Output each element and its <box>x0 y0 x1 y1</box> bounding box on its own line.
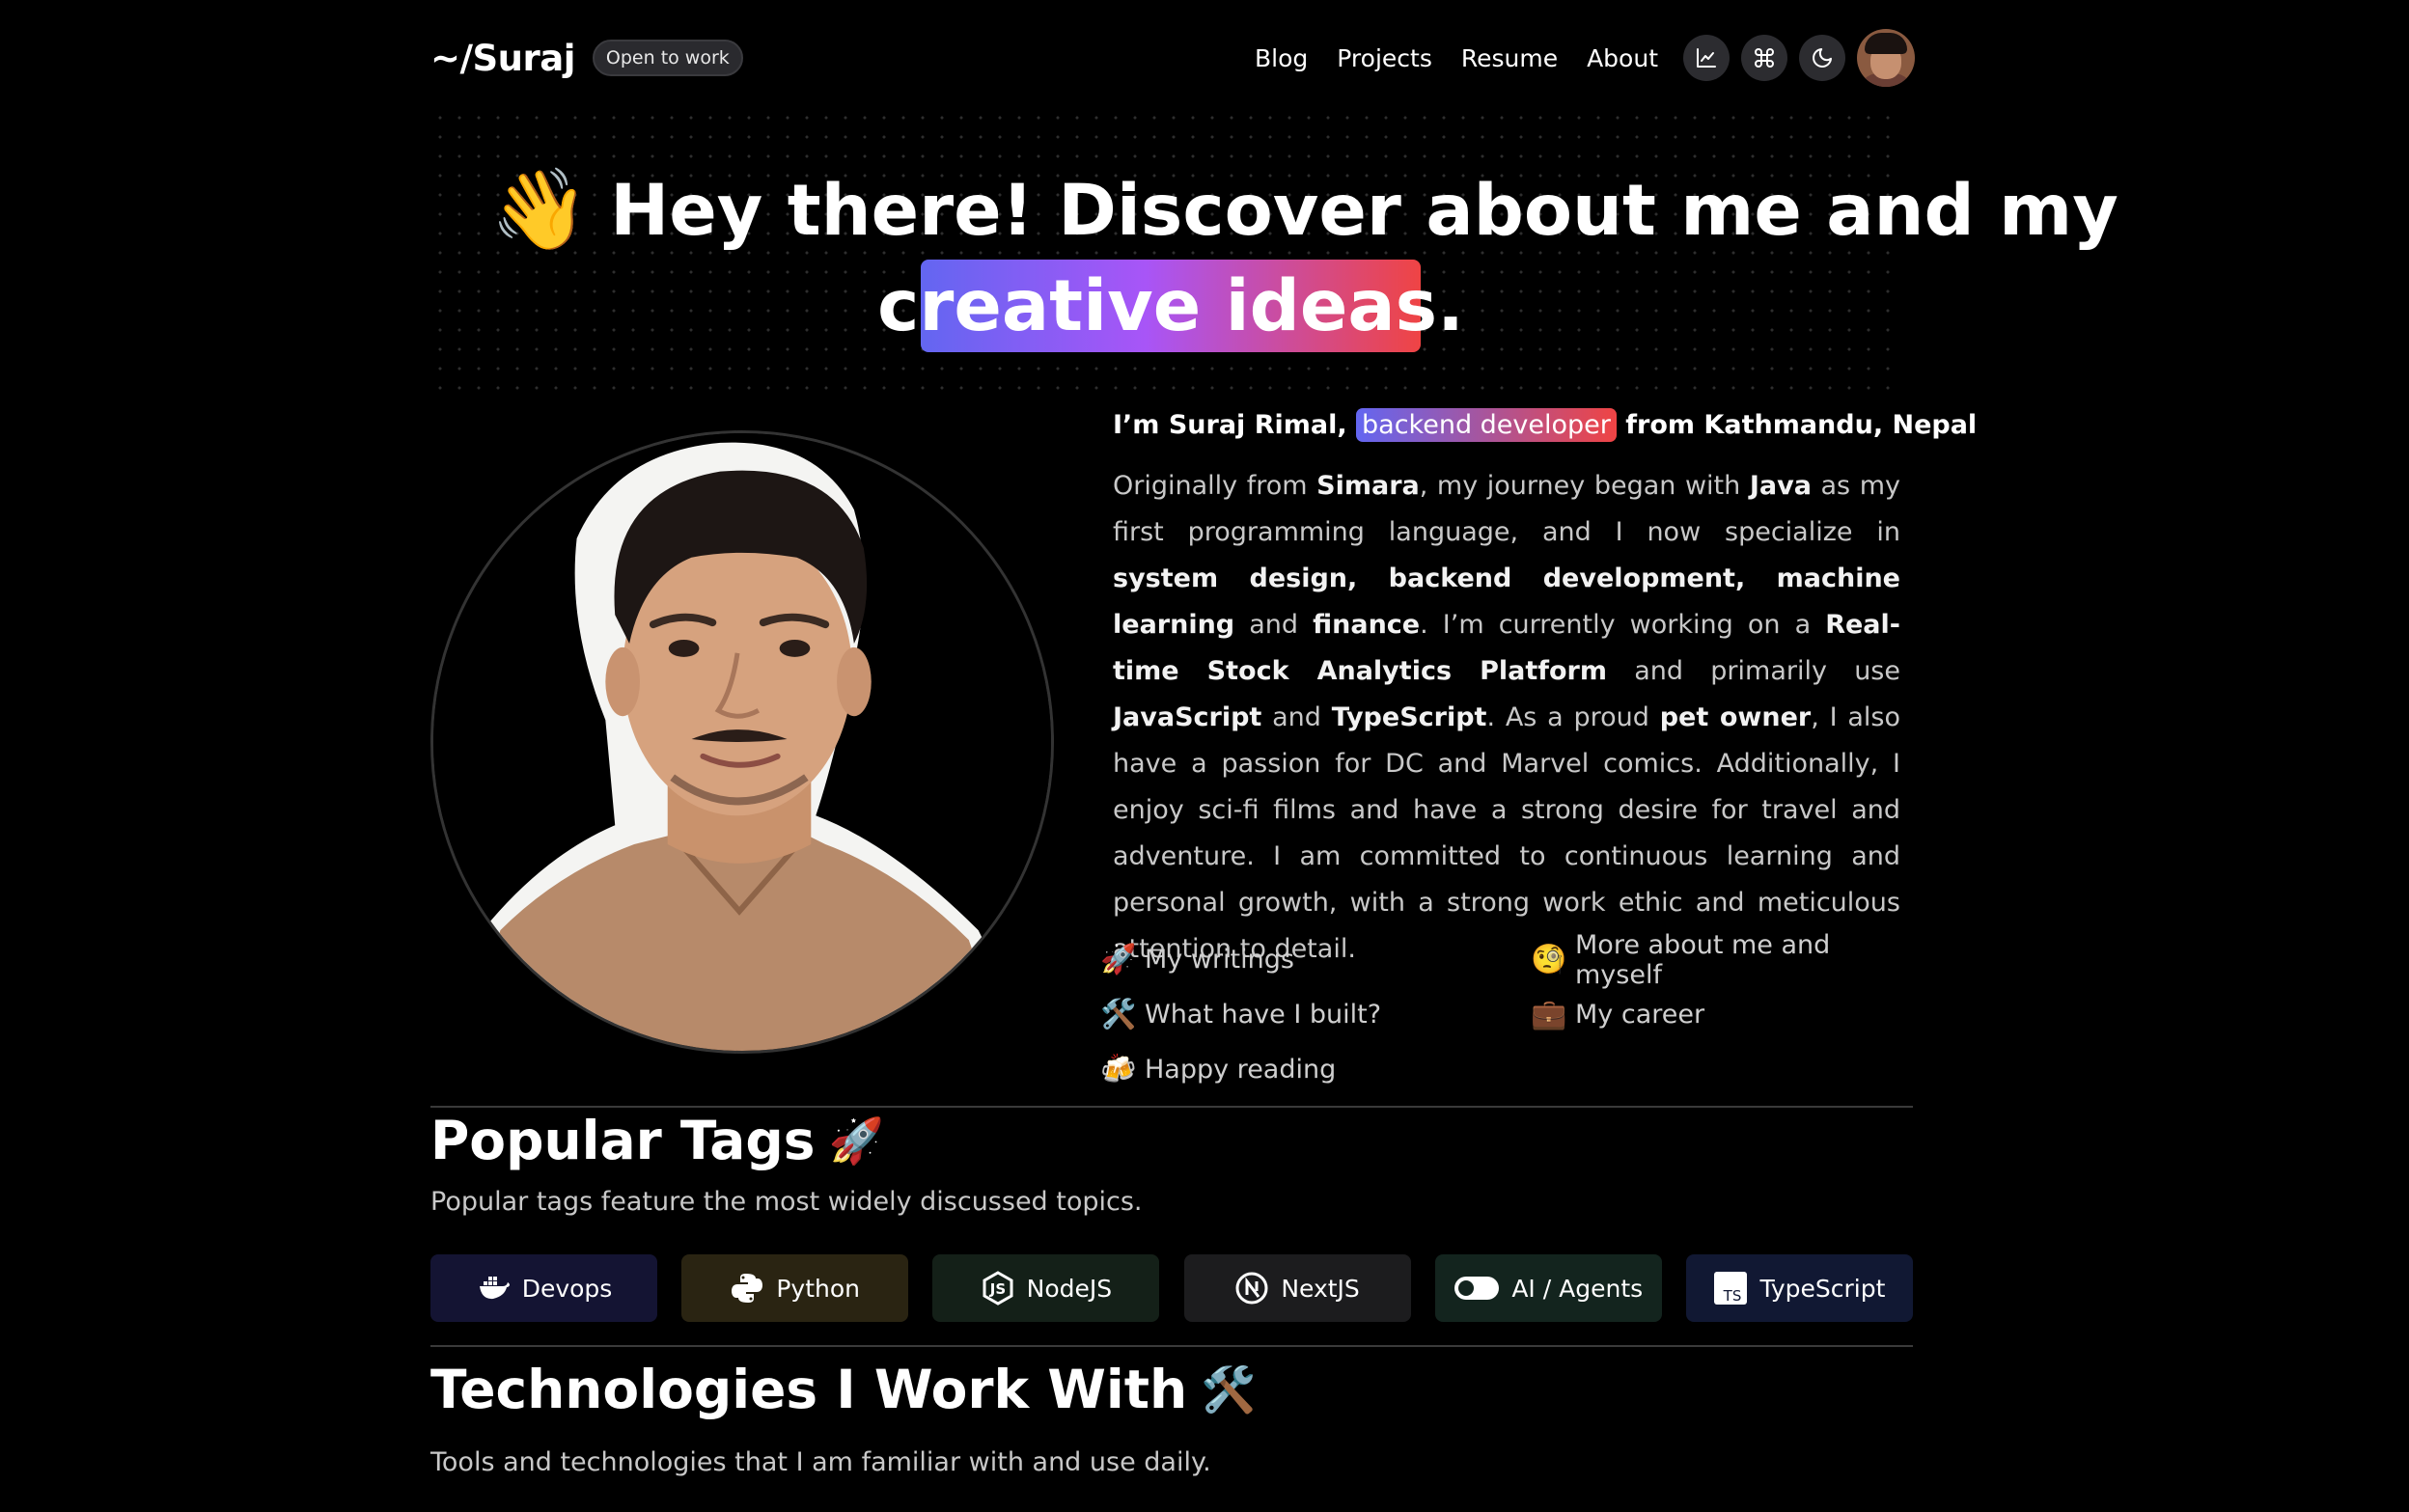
link-my-career[interactable]: 💼 My career <box>1531 995 1917 1034</box>
toggle-icon <box>1454 1271 1500 1306</box>
profile-photo <box>430 430 1054 1054</box>
theme-toggle-button[interactable] <box>1799 35 1845 81</box>
brand: ~/Suraj Open to work <box>430 38 743 79</box>
bio-text: and <box>1234 610 1314 640</box>
link-label: More about me and myself <box>1575 929 1831 990</box>
rocket-icon: 🚀 <box>1100 943 1137 976</box>
nav-projects[interactable]: Projects <box>1337 44 1432 72</box>
monocle-face-icon: 🧐 <box>1531 943 1567 976</box>
profile-illustration <box>433 433 1051 1051</box>
hero-heading: 👋 Hey there! Discover about me and my <box>490 164 2118 257</box>
technologies-heading: Technologies I Work With <box>430 1359 1188 1420</box>
tag-label: Python <box>776 1274 861 1303</box>
tag-label: AI / Agents <box>1511 1274 1644 1303</box>
bio-bold: pet owner <box>1659 702 1812 732</box>
page: ~/Suraj Open to work Blog Projects Resum… <box>0 0 2409 1512</box>
popular-tags-subtitle: Popular tags feature the most widely dis… <box>430 1187 1143 1217</box>
tag-devops[interactable]: Devops <box>430 1254 657 1322</box>
tag-typescript[interactable]: TS TypeScript <box>1685 1254 1913 1322</box>
nextjs-icon <box>1234 1271 1269 1306</box>
bio-text: Originally from <box>1113 471 1317 501</box>
popular-tags-title: Popular Tags 🚀 <box>430 1110 884 1171</box>
site-header: ~/Suraj Open to work Blog Projects Resum… <box>430 27 1915 89</box>
bio-text: , I also have a passion for DC and Marve… <box>1113 702 1900 964</box>
hero-heading-line1: Hey there! Discover about me and my <box>610 169 2118 252</box>
bio-text: and primarily use <box>1607 656 1900 686</box>
nav-about[interactable]: About <box>1587 44 1658 72</box>
technologies-title: Technologies I Work With 🛠️ <box>430 1359 1256 1420</box>
tag-label: NodeJS <box>1026 1274 1113 1303</box>
link-my-writings[interactable]: 🚀 My writings <box>1100 940 1531 979</box>
bio-text: , my journey began with <box>1419 471 1750 501</box>
command-icon <box>1755 48 1774 68</box>
tag-label: Devops <box>521 1274 613 1303</box>
analytics-button[interactable] <box>1683 35 1730 81</box>
quick-links: 🚀 My writings 🧐 More about me and myself… <box>1100 930 1921 1089</box>
beer-mugs-icon: 🍻 <box>1100 1053 1137 1086</box>
popular-tags-heading: Popular Tags <box>430 1110 816 1171</box>
bio-text: and <box>1261 702 1332 732</box>
tools-icon: 🛠️ <box>1201 1362 1257 1416</box>
link-what-built[interactable]: 🛠️ What have I built? <box>1100 995 1531 1034</box>
link-label: My writings <box>1145 945 1294 975</box>
site-logo[interactable]: ~/Suraj <box>430 38 575 79</box>
link-label: My career <box>1575 1000 1705 1030</box>
status-badge: Open to work <box>592 40 743 76</box>
tag-python[interactable]: Python <box>681 1254 909 1322</box>
nav-icon-group <box>1683 29 1915 87</box>
chart-icon <box>1697 48 1716 68</box>
tools-icon: 🛠️ <box>1100 998 1137 1031</box>
main-nav: Blog Projects Resume About <box>1255 29 1915 87</box>
intro-heading: I’m Suraj Rimal, backend developer from … <box>1113 408 1978 442</box>
intro-prefix: I’m Suraj Rimal, <box>1113 410 1347 440</box>
typescript-icon: TS <box>1713 1271 1748 1306</box>
moon-icon <box>1813 48 1832 68</box>
briefcase-icon: 💼 <box>1531 998 1567 1031</box>
svg-text:JS: JS <box>988 1280 1005 1298</box>
bio-bold: Simara <box>1316 471 1420 501</box>
tag-label: TypeScript <box>1759 1274 1886 1303</box>
technologies-subtitle: Tools and technologies that I am familia… <box>430 1447 1211 1477</box>
nav-resume[interactable]: Resume <box>1461 44 1558 72</box>
link-more-about-me[interactable]: 🧐 More about me and myself <box>1531 930 1917 990</box>
hero-heading-highlight: creative ideas. <box>877 260 1464 352</box>
bio-bold: finance <box>1313 610 1421 640</box>
link-label: What have I built? <box>1145 1000 1382 1030</box>
bio-bold: Java <box>1749 471 1812 501</box>
waving-hand-icon: 👋 <box>490 164 590 256</box>
rocket-icon: 🚀 <box>828 1113 884 1167</box>
docker-icon <box>476 1271 511 1306</box>
bio-bold: TypeScript <box>1331 702 1487 732</box>
bio-paragraph: Originally from Simara, my journey began… <box>1113 463 1900 973</box>
role-highlight: backend developer <box>1356 408 1617 442</box>
bio-text: . I’m currently working on a <box>1420 610 1826 640</box>
avatar[interactable] <box>1857 29 1915 87</box>
section-divider <box>430 1106 1913 1108</box>
tag-ai-agents[interactable]: AI / Agents <box>1434 1254 1662 1322</box>
tag-nextjs[interactable]: NextJS <box>1183 1254 1411 1322</box>
python-icon <box>730 1271 764 1306</box>
tag-list: Devops Python JS NodeJS NextJS AI / Agen… <box>430 1254 1913 1322</box>
nav-blog[interactable]: Blog <box>1255 44 1308 72</box>
link-label: Happy reading <box>1145 1055 1337 1085</box>
command-palette-button[interactable] <box>1741 35 1787 81</box>
link-happy-reading[interactable]: 🍻 Happy reading <box>1100 1050 1531 1089</box>
section-divider <box>430 1345 1913 1347</box>
svg-text:TS: TS <box>1723 1287 1742 1305</box>
bio-bold: JavaScript <box>1113 702 1262 732</box>
tag-nodejs[interactable]: JS NodeJS <box>932 1254 1160 1322</box>
nodejs-icon: JS <box>981 1271 1015 1306</box>
bio-text: . As a proud <box>1486 702 1660 732</box>
intro-suffix: from Kathmandu, Nepal <box>1625 410 1978 440</box>
tag-label: NextJS <box>1281 1274 1360 1303</box>
